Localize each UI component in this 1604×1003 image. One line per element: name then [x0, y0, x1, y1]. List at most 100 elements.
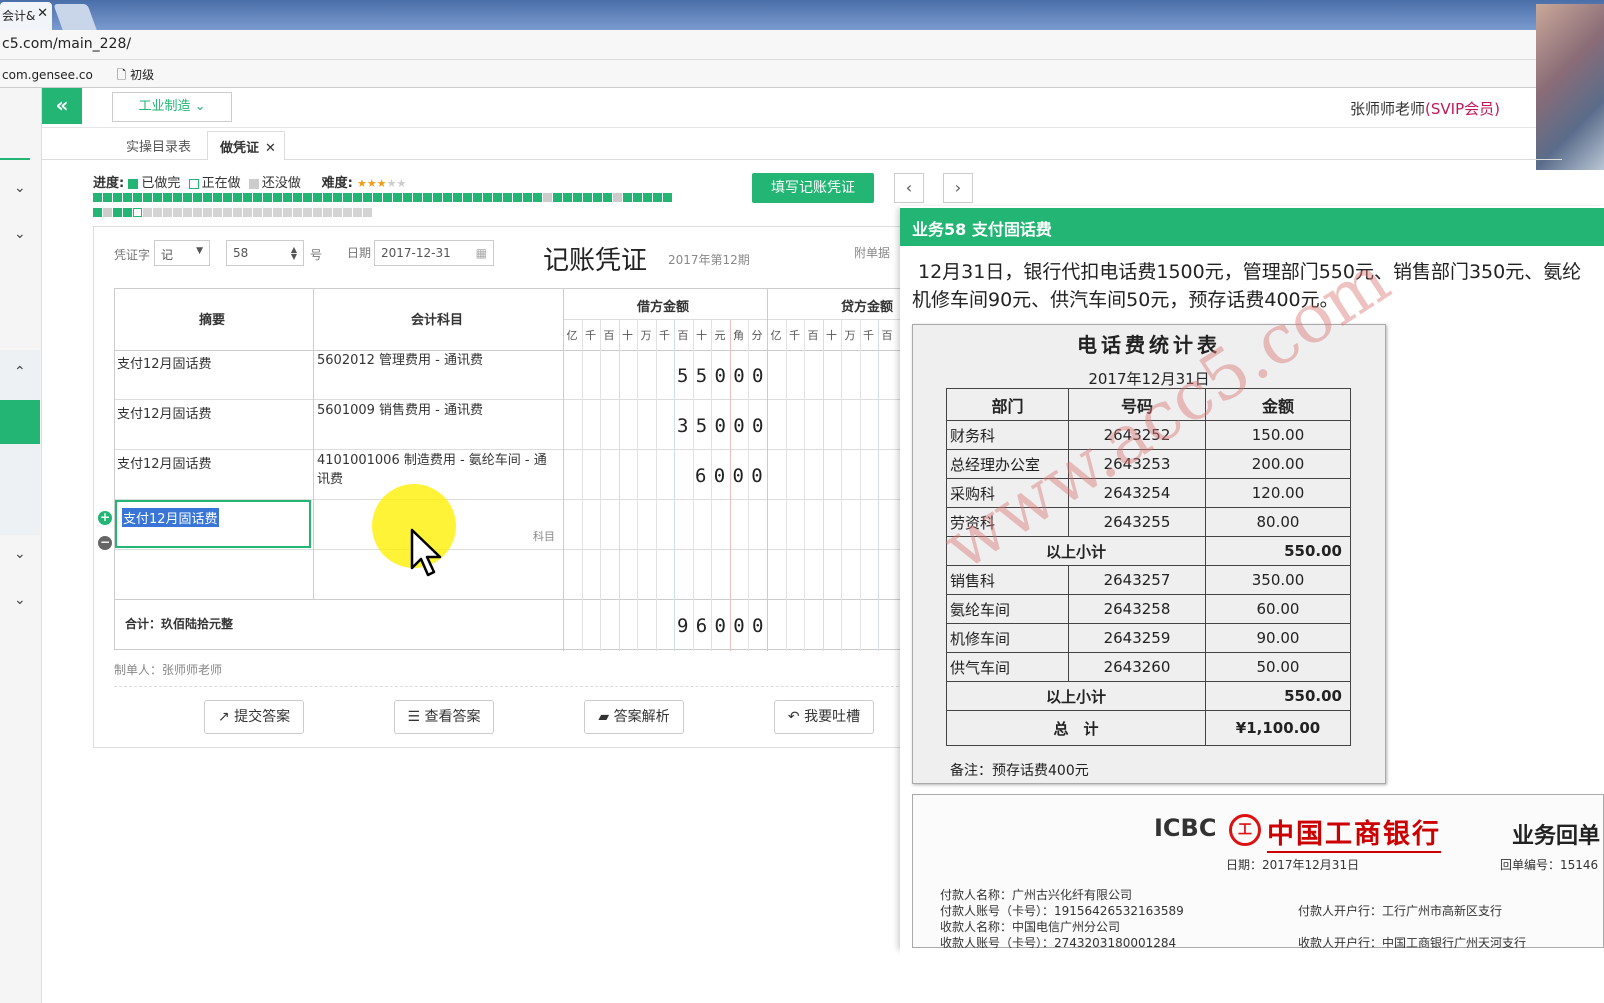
progress-cell[interactable] — [183, 193, 192, 202]
progress-cell[interactable] — [413, 193, 422, 202]
row-summary[interactable]: 支付12月固话费 — [117, 353, 212, 372]
progress-cell[interactable] — [573, 193, 582, 202]
date-input[interactable]: 2017-12-31 ▦ — [374, 240, 494, 266]
voucher-number-input[interactable]: 58 ▲ ▼ — [226, 240, 304, 266]
next-button[interactable]: › — [943, 173, 973, 203]
progress-cell[interactable] — [183, 208, 192, 217]
progress-cell[interactable] — [243, 208, 252, 217]
progress-cell[interactable] — [293, 208, 302, 217]
tab-catalog[interactable]: 实操目录表 — [126, 136, 191, 155]
submit-answer-button[interactable]: ↗ 提交答案 — [204, 700, 304, 734]
progress-cell[interactable] — [363, 208, 372, 217]
progress-cell[interactable] — [513, 193, 522, 202]
address-bar[interactable]: c5.com/main_228/ — [0, 30, 1604, 60]
progress-cell[interactable] — [233, 193, 242, 202]
collapse-sidebar-button[interactable]: « — [42, 88, 82, 124]
progress-cell[interactable] — [563, 193, 572, 202]
progress-cell[interactable] — [153, 193, 162, 202]
row-debit-amount[interactable]: 35000 — [677, 415, 771, 437]
progress-cell[interactable] — [143, 208, 152, 217]
progress-cell[interactable] — [103, 208, 112, 217]
progress-cell[interactable] — [623, 193, 632, 202]
progress-cell[interactable] — [303, 193, 312, 202]
add-row-icon[interactable]: + — [98, 511, 112, 525]
progress-cell[interactable] — [313, 208, 322, 217]
progress-cell[interactable] — [273, 193, 282, 202]
answer-analysis-button[interactable]: ▰ 答案解析 — [584, 700, 684, 734]
progress-cell[interactable] — [593, 193, 602, 202]
progress-cell[interactable] — [503, 193, 512, 202]
progress-cell[interactable] — [343, 193, 352, 202]
progress-cell[interactable] — [233, 208, 242, 217]
progress-cell[interactable] — [643, 193, 652, 202]
row-summary[interactable]: 支付12月固话费 — [117, 453, 212, 472]
progress-cell[interactable] — [273, 208, 282, 217]
bookmark-item[interactable]: com.gensee.co — [2, 68, 93, 82]
progress-cell[interactable] — [173, 208, 182, 217]
progress-cell[interactable] — [323, 208, 332, 217]
progress-cell[interactable] — [523, 193, 532, 202]
progress-cell[interactable] — [583, 193, 592, 202]
progress-cell[interactable] — [303, 208, 312, 217]
progress-cell[interactable] — [613, 193, 622, 202]
progress-cell[interactable] — [213, 193, 222, 202]
progress-cell[interactable] — [203, 208, 212, 217]
progress-cell[interactable] — [463, 193, 472, 202]
progress-cell[interactable] — [383, 193, 392, 202]
progress-cell[interactable] — [263, 208, 272, 217]
chevron-down-icon[interactable]: ⌄ — [14, 546, 30, 562]
calendar-icon[interactable]: ▦ — [476, 246, 487, 260]
progress-cell[interactable] — [223, 208, 232, 217]
browser-tab[interactable]: 会计& ✕ — [0, 2, 52, 30]
progress-cell[interactable] — [103, 193, 112, 202]
progress-cell[interactable] — [173, 193, 182, 202]
row-debit-amount[interactable]: 6000 — [695, 465, 770, 487]
industry-select[interactable]: 工业制造 ⌄ — [112, 92, 232, 122]
progress-cell[interactable] — [133, 208, 142, 217]
progress-cell[interactable] — [373, 193, 382, 202]
progress-cell[interactable] — [663, 193, 672, 202]
progress-cell[interactable] — [163, 208, 172, 217]
chevron-down-icon[interactable]: ⌄ — [14, 180, 30, 196]
fill-voucher-button[interactable]: 填写记账凭证 — [752, 173, 874, 203]
progress-cell[interactable] — [213, 208, 222, 217]
row-debit-amount[interactable]: 55000 — [677, 365, 771, 387]
progress-cell[interactable] — [483, 193, 492, 202]
url-text[interactable]: c5.com/main_228/ — [2, 36, 131, 52]
user-info[interactable]: 张师师老师(SVIP会员) — [1350, 98, 1500, 119]
progress-cell[interactable] — [203, 193, 212, 202]
progress-cell[interactable] — [353, 208, 362, 217]
chevron-down-icon[interactable]: ⌄ — [14, 226, 30, 242]
progress-cell[interactable] — [433, 193, 442, 202]
progress-cell[interactable] — [113, 208, 122, 217]
progress-cell[interactable] — [193, 193, 202, 202]
progress-cell[interactable] — [93, 208, 102, 217]
progress-cell[interactable] — [423, 193, 432, 202]
progress-cell[interactable] — [143, 193, 152, 202]
progress-cell[interactable] — [473, 193, 482, 202]
progress-cell[interactable] — [283, 193, 292, 202]
progress-cell[interactable] — [323, 193, 332, 202]
progress-cell[interactable] — [603, 193, 612, 202]
row-subject[interactable]: 5601009 销售费用 - 通讯费 — [317, 401, 559, 420]
tab-make-voucher[interactable]: 做凭证 ✕ — [207, 131, 285, 160]
progress-cell[interactable] — [453, 193, 462, 202]
progress-cell[interactable] — [343, 208, 352, 217]
chevron-down-icon[interactable]: ⌄ — [14, 592, 30, 608]
progress-cell[interactable] — [403, 193, 412, 202]
progress-cell[interactable] — [123, 208, 132, 217]
close-icon[interactable]: ✕ — [265, 141, 276, 156]
prev-button[interactable]: ‹ — [894, 173, 924, 203]
progress-cell[interactable] — [493, 193, 502, 202]
feedback-button[interactable]: ↶ 我要吐槽 — [774, 700, 874, 734]
progress-cell[interactable] — [363, 193, 372, 202]
progress-cell[interactable] — [163, 193, 172, 202]
voucher-word-select[interactable]: 记 ▼ — [154, 240, 210, 266]
progress-cell[interactable] — [223, 193, 232, 202]
progress-cell[interactable] — [333, 208, 342, 217]
row-summary[interactable]: 支付12月固话费 — [117, 403, 212, 422]
progress-cell[interactable] — [533, 193, 542, 202]
view-answer-button[interactable]: ☰ 查看答案 — [394, 700, 494, 734]
bookmark-item[interactable]: 初级 — [130, 68, 154, 82]
progress-cell[interactable] — [123, 193, 132, 202]
